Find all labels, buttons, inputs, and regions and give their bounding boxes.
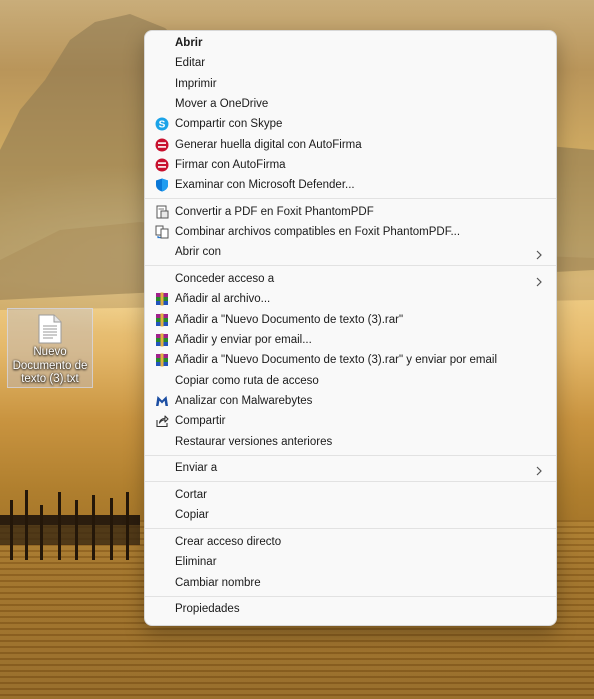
menu-item-label: Compartir — [175, 415, 226, 428]
menu-item-label: Conceder acceso a — [175, 273, 275, 286]
menu-item-anadir-al-archivo[interactable]: Añadir al archivo... — [149, 289, 552, 309]
autofirma-icon — [155, 158, 169, 172]
winrar-icon — [155, 313, 169, 327]
menu-item-label: Analizar con Malwarebytes — [175, 394, 313, 407]
chevron-right-icon — [534, 247, 544, 260]
menu-item-label: Imprimir — [175, 77, 217, 90]
chevron-right-icon — [534, 274, 544, 287]
menu-item-label: Abrir — [175, 37, 203, 49]
menu-separator — [145, 198, 556, 200]
autofirma-icon — [155, 138, 169, 152]
menu-item-label: Examinar con Microsoft Defender... — [175, 179, 355, 192]
menu-separator — [145, 481, 556, 483]
menu-item-label: Firmar con AutoFirma — [175, 158, 286, 171]
menu-item-label: Copiar como ruta de acceso — [175, 374, 319, 387]
menu-item-eliminar[interactable]: Eliminar — [149, 552, 552, 572]
menu-separator — [145, 595, 556, 597]
menu-item-cambiar-nombre[interactable]: Cambiar nombre — [149, 573, 552, 593]
menu-item-label: Añadir y enviar por email... — [175, 334, 312, 346]
menu-item-label: Enviar a — [175, 462, 218, 475]
menu-item-label: Cambiar nombre — [175, 576, 261, 589]
menu-item-label: Mover a OneDrive — [175, 97, 269, 110]
menu-item-restaurar-versiones-anteriores[interactable]: Restaurar versiones anteriores — [149, 432, 552, 452]
menu-item-enviar-a[interactable]: Enviar a — [149, 458, 552, 478]
desktop-file-icon[interactable]: Nuevo Documento de texto (3).txt — [7, 308, 93, 388]
svg-text:S: S — [159, 120, 166, 131]
menu-separator — [145, 528, 556, 530]
winrar-icon — [155, 333, 169, 347]
text-file-icon — [38, 314, 62, 344]
malwarebytes-icon — [155, 394, 169, 408]
menu-item-analizar-con-malwarebytes[interactable]: Analizar con Malwarebytes — [149, 391, 552, 411]
context-menu: Abrir Editar Imprimir Mover a OneDrive S Comp… — [144, 30, 557, 626]
menu-item-propiedades[interactable]: Propiedades — [149, 599, 552, 619]
menu-item-anadir-a-nuevo-documento-de-texto-3-rar[interactable]: Añadir a "Nuevo Documento de texto (3).r… — [149, 310, 552, 330]
menu-item-label: Copiar — [175, 509, 209, 522]
menu-item-convertir-a-pdf-en-foxit-phantompdf[interactable]: Convertir a PDF en Foxit PhantomPDF — [149, 202, 552, 222]
menu-item-compartir[interactable]: Compartir — [149, 411, 552, 431]
menu-item-label: Cortar — [175, 488, 207, 501]
menu-item-anadir-y-enviar-por-email[interactable]: Añadir y enviar por email... — [149, 330, 552, 350]
menu-item-examinar-con-microsoft-defender[interactable]: Examinar con Microsoft Defender... — [149, 175, 552, 195]
menu-item-firmar-con-autofirma[interactable]: Firmar con AutoFirma — [149, 155, 552, 175]
share-icon — [155, 414, 169, 428]
menu-separator — [145, 454, 556, 456]
menu-item-label: Añadir a "Nuevo Documento de texto (3).r… — [175, 354, 498, 367]
menu-item-abrir-con[interactable]: Abrir con — [149, 242, 552, 262]
menu-item-combinar-archivos-compatibles-en-foxit-phantompdf[interactable]: Combinar archivos compatibles en Foxit P… — [149, 222, 552, 242]
menu-item-cortar[interactable]: Cortar — [149, 485, 552, 505]
menu-item-generar-huella-digital-con-autofirma[interactable]: Generar huella digital con AutoFirma — [149, 135, 552, 155]
defender-shield-icon — [155, 178, 169, 192]
pier-silhouette — [0, 490, 140, 560]
menu-item-copiar-como-ruta-de-acceso[interactable]: Copiar como ruta de acceso — [149, 371, 552, 391]
menu-item-label: Añadir a "Nuevo Documento de texto (3).r… — [175, 313, 404, 326]
foxit-convert-icon — [155, 205, 169, 219]
skype-icon: S — [155, 117, 169, 131]
menu-item-label: Convertir a PDF en Foxit PhantomPDF — [175, 205, 374, 218]
menu-item-anadir-a-nuevo-documento-de-texto-3-rar-y-enviar-por-email[interactable]: Añadir a "Nuevo Documento de texto (3).r… — [149, 350, 552, 370]
menu-item-label: Generar huella digital con AutoFirma — [175, 138, 362, 151]
winrar-icon — [155, 292, 169, 306]
menu-item-abrir[interactable]: Abrir — [149, 33, 552, 53]
menu-item-label: Editar — [175, 57, 206, 70]
menu-item-imprimir[interactable]: Imprimir — [149, 74, 552, 94]
menu-item-conceder-acceso-a[interactable]: Conceder acceso a — [149, 269, 552, 289]
menu-separator — [145, 265, 556, 267]
winrar-icon — [155, 353, 169, 367]
menu-item-label: Restaurar versiones anteriores — [175, 435, 333, 448]
menu-item-compartir-con-skype[interactable]: S Compartir con Skype — [149, 114, 552, 134]
chevron-right-icon — [534, 463, 544, 476]
menu-item-editar[interactable]: Editar — [149, 53, 552, 73]
foxit-combine-icon — [155, 225, 169, 239]
menu-item-label: Propiedades — [175, 603, 240, 616]
menu-item-label: Crear acceso directo — [175, 535, 282, 548]
menu-item-mover-a-onedrive[interactable]: Mover a OneDrive — [149, 94, 552, 114]
menu-item-label: Combinar archivos compatibles en Foxit P… — [175, 226, 461, 239]
file-name-label: Nuevo Documento de texto (3).txt — [12, 346, 88, 385]
menu-item-crear-acceso-directo[interactable]: Crear acceso directo — [149, 532, 552, 552]
menu-item-label: Eliminar — [175, 556, 217, 569]
menu-item-label: Abrir con — [175, 246, 222, 259]
menu-item-label: Compartir con Skype — [175, 118, 283, 131]
menu-item-label: Añadir al archivo... — [175, 293, 271, 306]
menu-item-copiar[interactable]: Copiar — [149, 505, 552, 525]
